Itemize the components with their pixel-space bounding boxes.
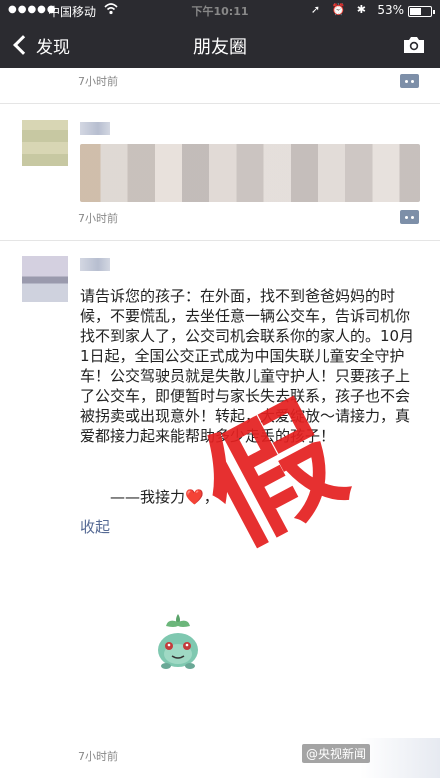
author-name[interactable] <box>80 258 110 271</box>
comment-icon[interactable] <box>400 74 419 88</box>
heart-icon: ❤️ <box>185 488 204 506</box>
bulbasaur-sticker-icon <box>154 610 202 672</box>
status-icons: ➚ ⏰ ✱ <box>310 3 370 16</box>
battery-fill <box>410 8 421 15</box>
page-title: 朋友圈 <box>193 37 247 58</box>
avatar[interactable] <box>22 120 68 166</box>
watermark-logo <box>360 738 440 778</box>
post-divider <box>0 103 440 104</box>
relay-line: ——我接力❤️， <box>110 486 219 507</box>
post-time: 7小时前 <box>78 750 118 763</box>
author-name[interactable] <box>80 122 110 135</box>
comment-icon[interactable] <box>400 210 419 224</box>
post-time: 7小时前 <box>78 75 118 88</box>
status-time: 下午10:11 <box>191 5 249 18</box>
post-divider <box>0 240 440 241</box>
nav-bar: 发现 朋友圈 <box>0 22 440 68</box>
collapse-link[interactable]: 收起 <box>80 516 110 537</box>
post-time: 7小时前 <box>78 212 118 225</box>
avatar[interactable] <box>22 256 68 302</box>
shared-link-card[interactable] <box>80 144 420 202</box>
battery-percent: 53% <box>377 3 404 17</box>
watermark: @央视新闻 <box>302 744 371 763</box>
relay-text: ——我接力 <box>110 488 186 506</box>
status-bar: ●●●●● 中国移动 下午10:11 ➚ ⏰ ✱ 53% <box>0 0 440 22</box>
camera-icon[interactable] <box>402 35 426 55</box>
battery-icon <box>408 6 435 17</box>
